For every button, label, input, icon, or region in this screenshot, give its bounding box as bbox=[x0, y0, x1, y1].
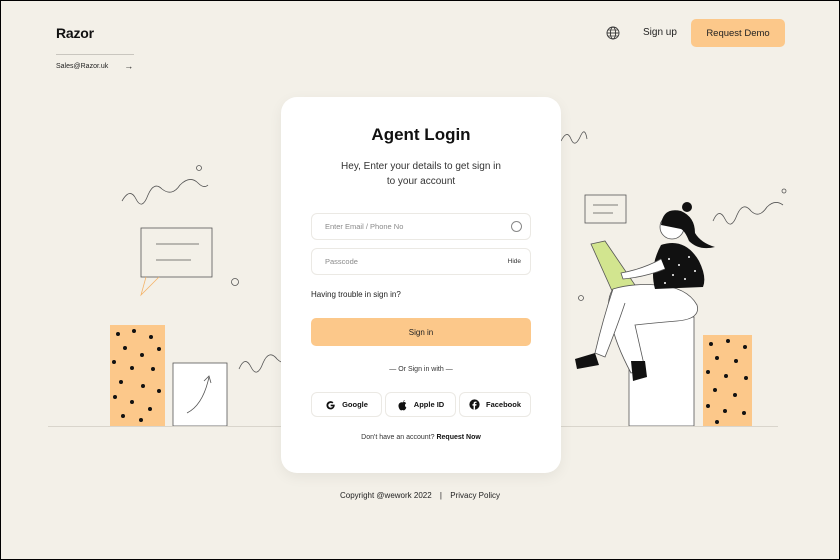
google-icon bbox=[326, 401, 335, 410]
or-divider: — Or Sign in with — bbox=[389, 366, 453, 373]
passcode-input[interactable] bbox=[312, 249, 482, 274]
apple-label: Apple ID bbox=[413, 400, 445, 409]
brand-logo[interactable]: Razor bbox=[56, 25, 94, 41]
login-subtitle: Hey, Enter your details to get sign in t… bbox=[281, 159, 561, 189]
copyright-text: Copyright @wework 2022 bbox=[339, 491, 432, 500]
hide-password-toggle[interactable]: Hide bbox=[508, 258, 521, 265]
google-label: Google bbox=[342, 400, 368, 409]
trouble-signin-link[interactable]: Having trouble in sign in? bbox=[311, 290, 401, 299]
email-input[interactable] bbox=[312, 214, 482, 239]
no-account-text: Don't have an account? Request Now bbox=[281, 434, 561, 441]
signin-button[interactable]: Sign in bbox=[311, 318, 531, 346]
facebook-label: Facebook bbox=[485, 400, 521, 409]
google-signin-button[interactable]: Google bbox=[311, 392, 382, 417]
no-account-label: Don't have an account? bbox=[361, 434, 435, 441]
facebook-signin-button[interactable]: Facebook bbox=[459, 392, 531, 417]
apple-signin-button[interactable]: Apple ID bbox=[385, 392, 456, 417]
page: Razor Sales@Razor.uk → Sign up Request D… bbox=[1, 1, 839, 559]
login-title: Agent Login bbox=[371, 125, 471, 144]
subtitle-line-1: Hey, Enter your details to get sign in bbox=[341, 161, 501, 172]
request-now-link[interactable]: Request Now bbox=[436, 434, 480, 441]
divider bbox=[56, 54, 134, 55]
sales-email-link[interactable]: Sales@Razor.uk → bbox=[56, 61, 133, 71]
login-card: Agent Login Hey, Enter your details to g… bbox=[281, 97, 561, 473]
privacy-policy-link[interactable]: Privacy Policy bbox=[450, 491, 500, 500]
footer: Copyright @wework 2022 | Privacy Policy bbox=[1, 491, 839, 500]
signup-link[interactable]: Sign up bbox=[643, 27, 677, 38]
facebook-icon bbox=[469, 399, 480, 410]
circle-icon bbox=[511, 221, 522, 232]
arrow-right-icon[interactable]: → bbox=[124, 61, 133, 71]
footer-separator: | bbox=[439, 491, 442, 500]
globe-icon[interactable] bbox=[606, 26, 620, 40]
email-field[interactable] bbox=[311, 213, 531, 240]
apple-icon bbox=[398, 399, 407, 410]
request-demo-button[interactable]: Request Demo bbox=[691, 19, 785, 47]
subtitle-line-2: to your account bbox=[386, 176, 456, 187]
passcode-field[interactable]: Hide bbox=[311, 248, 531, 275]
sales-email[interactable]: Sales@Razor.uk bbox=[56, 63, 108, 70]
